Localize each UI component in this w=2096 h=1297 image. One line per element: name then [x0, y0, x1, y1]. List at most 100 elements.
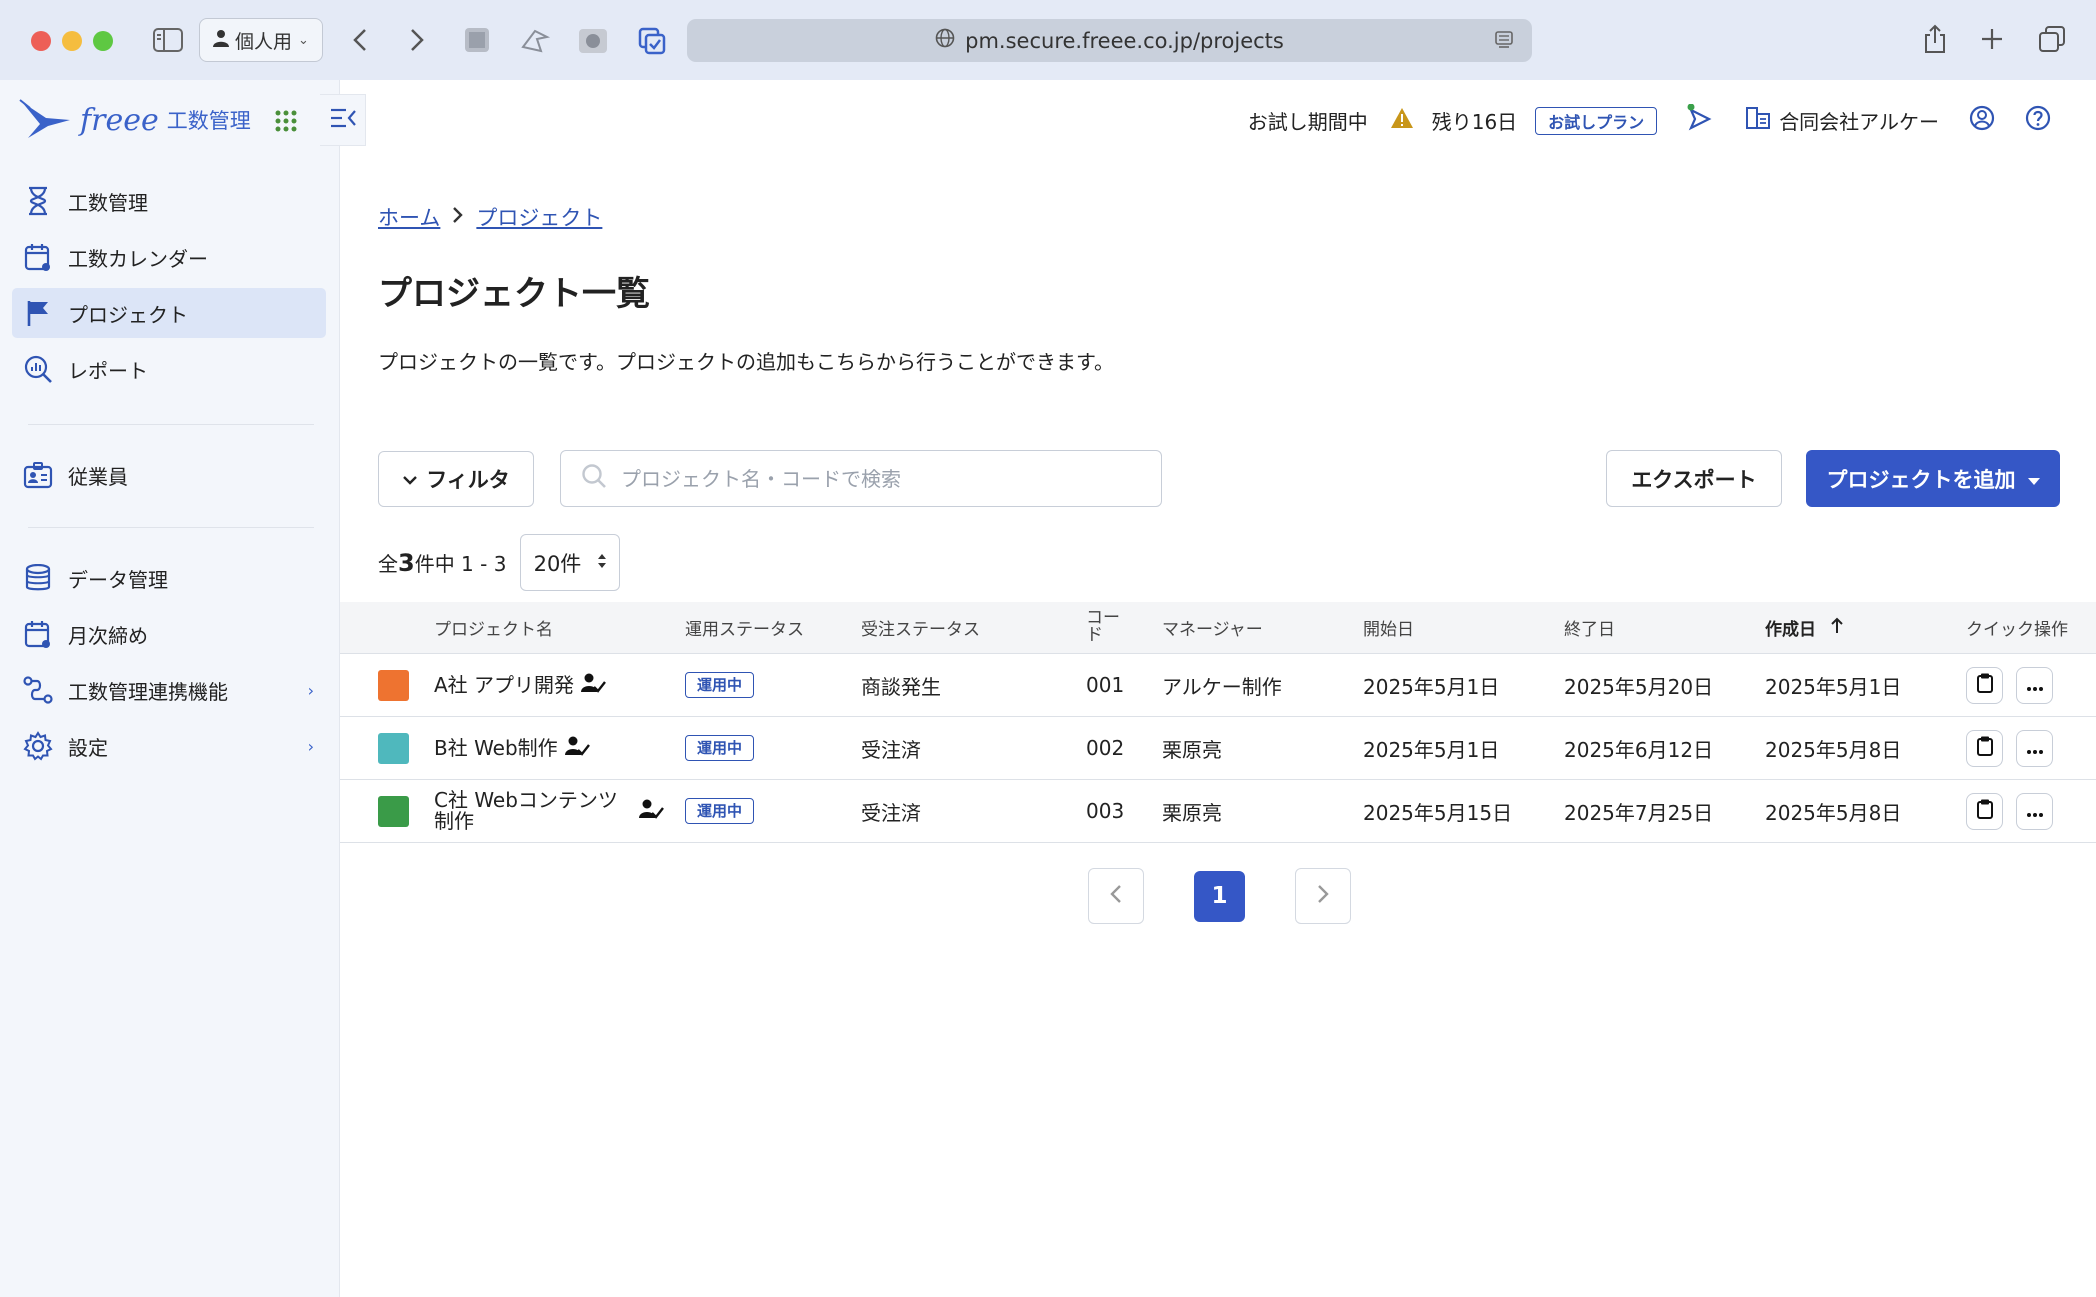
browser-toolbar: 個人用 ⌄ pm.secure.freee.co.jp/projects: [0, 0, 2096, 80]
sidebar-nav-admin: データ管理 月次締め 工数管理連携機能 › 設定 ›: [12, 553, 326, 777]
project-name-cell[interactable]: A社 アプリ開発: [434, 672, 664, 699]
report-search-icon: [22, 353, 54, 385]
next-page-button[interactable]: [1295, 868, 1351, 924]
sidebar-item-employees[interactable]: 従業員: [12, 450, 326, 500]
sidebar-nav-people: 従業員: [12, 450, 326, 506]
page-button-current[interactable]: 1: [1194, 870, 1245, 922]
copy-project-button[interactable]: [1966, 666, 2003, 704]
url-text: pm.secure.freee.co.jp/projects: [965, 28, 1284, 53]
app-switcher-icon[interactable]: [275, 110, 297, 136]
address-bar[interactable]: pm.secure.freee.co.jp/projects: [687, 19, 1532, 62]
sidebar-item-label: 工数管理: [68, 190, 148, 215]
breadcrumb-home-link[interactable]: ホーム: [378, 202, 440, 232]
projects-table: プロジェクト名 運用ステータス 受注ステータス コード マネージャー 開始日 終…: [340, 602, 2096, 843]
breadcrumb-projects-link[interactable]: プロジェクト: [476, 202, 602, 232]
col-header-quick: クイック操作: [1966, 620, 2068, 640]
col-header-code[interactable]: コード: [1086, 610, 1126, 644]
forward-icon[interactable]: [405, 25, 429, 55]
zoom-window-button[interactable]: [93, 31, 113, 51]
project-name: B社 Web制作: [434, 735, 558, 760]
trial-remaining: 残り16日: [1431, 110, 1518, 134]
notification-icon[interactable]: [1687, 103, 1713, 137]
col-header-manager[interactable]: マネージャー: [1162, 615, 1263, 640]
project-manager: 栗原亮: [1162, 800, 1222, 825]
table-row[interactable]: B社 Web制作 運用中 受注済 002 栗原亮 2025年5月1日 2025年…: [340, 717, 2096, 780]
sidebar-item-worktime[interactable]: 工数管理: [12, 176, 326, 226]
chevron-right-icon: [452, 205, 464, 229]
account-icon[interactable]: [1969, 105, 1995, 136]
col-header-op-status[interactable]: 運用ステータス: [685, 615, 804, 640]
col-header-start[interactable]: 開始日: [1363, 615, 1414, 640]
export-button[interactable]: エクスポート: [1606, 450, 1782, 507]
minimize-window-button[interactable]: [62, 31, 82, 51]
per-page-value: 20件: [533, 551, 582, 576]
extension-copy-icon[interactable]: [636, 25, 668, 57]
add-project-button[interactable]: プロジェクトを追加: [1806, 450, 2060, 507]
sidebar-toggle-icon[interactable]: [152, 26, 184, 54]
end-date: 2025年7月25日: [1564, 800, 1714, 825]
person-icon: [213, 29, 230, 52]
filter-button[interactable]: フィルタ: [378, 451, 534, 507]
col-header-order-status[interactable]: 受注ステータス: [861, 615, 980, 640]
member-assigned-icon: [638, 798, 664, 825]
sidebar-item-integrations[interactable]: 工数管理連携機能 ›: [12, 665, 326, 715]
sidebar-item-data[interactable]: データ管理: [12, 553, 326, 603]
chevron-down-icon: [402, 467, 418, 491]
table-row[interactable]: A社 アプリ開発 運用中 商談発生 001 アルケー制作 2025年5月1日 2…: [340, 654, 2096, 717]
more-actions-button[interactable]: [2016, 729, 2053, 767]
profile-selector[interactable]: 個人用 ⌄: [199, 18, 323, 62]
flag-icon: [22, 297, 54, 329]
tab-overview-icon[interactable]: [2036, 24, 2068, 54]
count-total: 3: [398, 549, 415, 577]
sidebar-item-monthly-close[interactable]: 月次締め: [12, 609, 326, 659]
trial-label: お試し期間中: [1247, 110, 1368, 134]
new-tab-icon[interactable]: [1977, 24, 2007, 54]
prev-page-button[interactable]: [1088, 868, 1144, 924]
more-actions-button[interactable]: [2016, 666, 2053, 704]
sidebar-item-projects[interactable]: プロジェクト: [12, 288, 326, 338]
count-text: 全3件中 1 - 3: [378, 548, 506, 577]
sort-ascending-icon: [1830, 616, 1844, 639]
more-actions-button[interactable]: [2016, 792, 2053, 830]
sidebar-divider: [28, 527, 314, 528]
extension-grid-icon[interactable]: [462, 25, 492, 55]
sidebar-item-reports[interactable]: レポート: [12, 344, 326, 394]
sidebar-item-calendar[interactable]: 工数カレンダー: [12, 232, 326, 282]
created-date: 2025年5月8日: [1765, 737, 1902, 762]
per-page-select[interactable]: 20件: [520, 534, 621, 591]
clipboard-icon: [1976, 672, 1994, 699]
share-icon[interactable]: [1920, 22, 1950, 56]
plan-badge[interactable]: お試しプラン: [1535, 106, 1658, 135]
end-date: 2025年5月20日: [1564, 674, 1714, 699]
logo-text: freee: [80, 102, 159, 138]
col-header-end[interactable]: 終了日: [1564, 615, 1615, 640]
extension-rabbit-icon[interactable]: [576, 24, 610, 56]
search-box: [560, 450, 1162, 507]
extension-bird-icon[interactable]: [518, 24, 552, 56]
company-name[interactable]: 合同会社アルケー: [1779, 106, 1939, 135]
chevron-right-icon: ›: [307, 736, 314, 756]
company-icon: [1745, 106, 1771, 135]
col-header-name[interactable]: プロジェクト名: [434, 615, 553, 640]
copy-project-button[interactable]: [1966, 792, 2003, 830]
reader-icon[interactable]: [1494, 30, 1514, 55]
order-status: 受注済: [861, 737, 921, 762]
window-controls: [31, 31, 113, 51]
project-name-cell[interactable]: B社 Web制作: [434, 735, 664, 762]
sidebar-item-settings[interactable]: 設定 ›: [12, 721, 326, 771]
table-row[interactable]: C社 Webコンテンツ制作 運用中 受注済 003 栗原亮 2025年5月15日…: [340, 780, 2096, 843]
add-project-label: プロジェクトを追加: [1826, 467, 2016, 492]
close-window-button[interactable]: [31, 31, 51, 51]
search-input[interactable]: [621, 466, 1141, 491]
col-header-created[interactable]: 作成日: [1765, 615, 1844, 640]
database-icon: [22, 562, 54, 594]
help-icon[interactable]: [2025, 105, 2051, 136]
app-logo[interactable]: freee 工数管理: [18, 98, 251, 142]
freee-bird-icon: [19, 99, 70, 138]
start-date: 2025年5月1日: [1363, 674, 1500, 699]
header-actions: お試し期間中 残り16日 お試しプラン 合同会社アルケー: [1247, 103, 2051, 137]
copy-project-button[interactable]: [1966, 729, 2003, 767]
back-icon[interactable]: [348, 25, 372, 55]
member-assigned-icon: [580, 672, 606, 699]
project-name-cell[interactable]: C社 Webコンテンツ制作: [434, 790, 664, 832]
